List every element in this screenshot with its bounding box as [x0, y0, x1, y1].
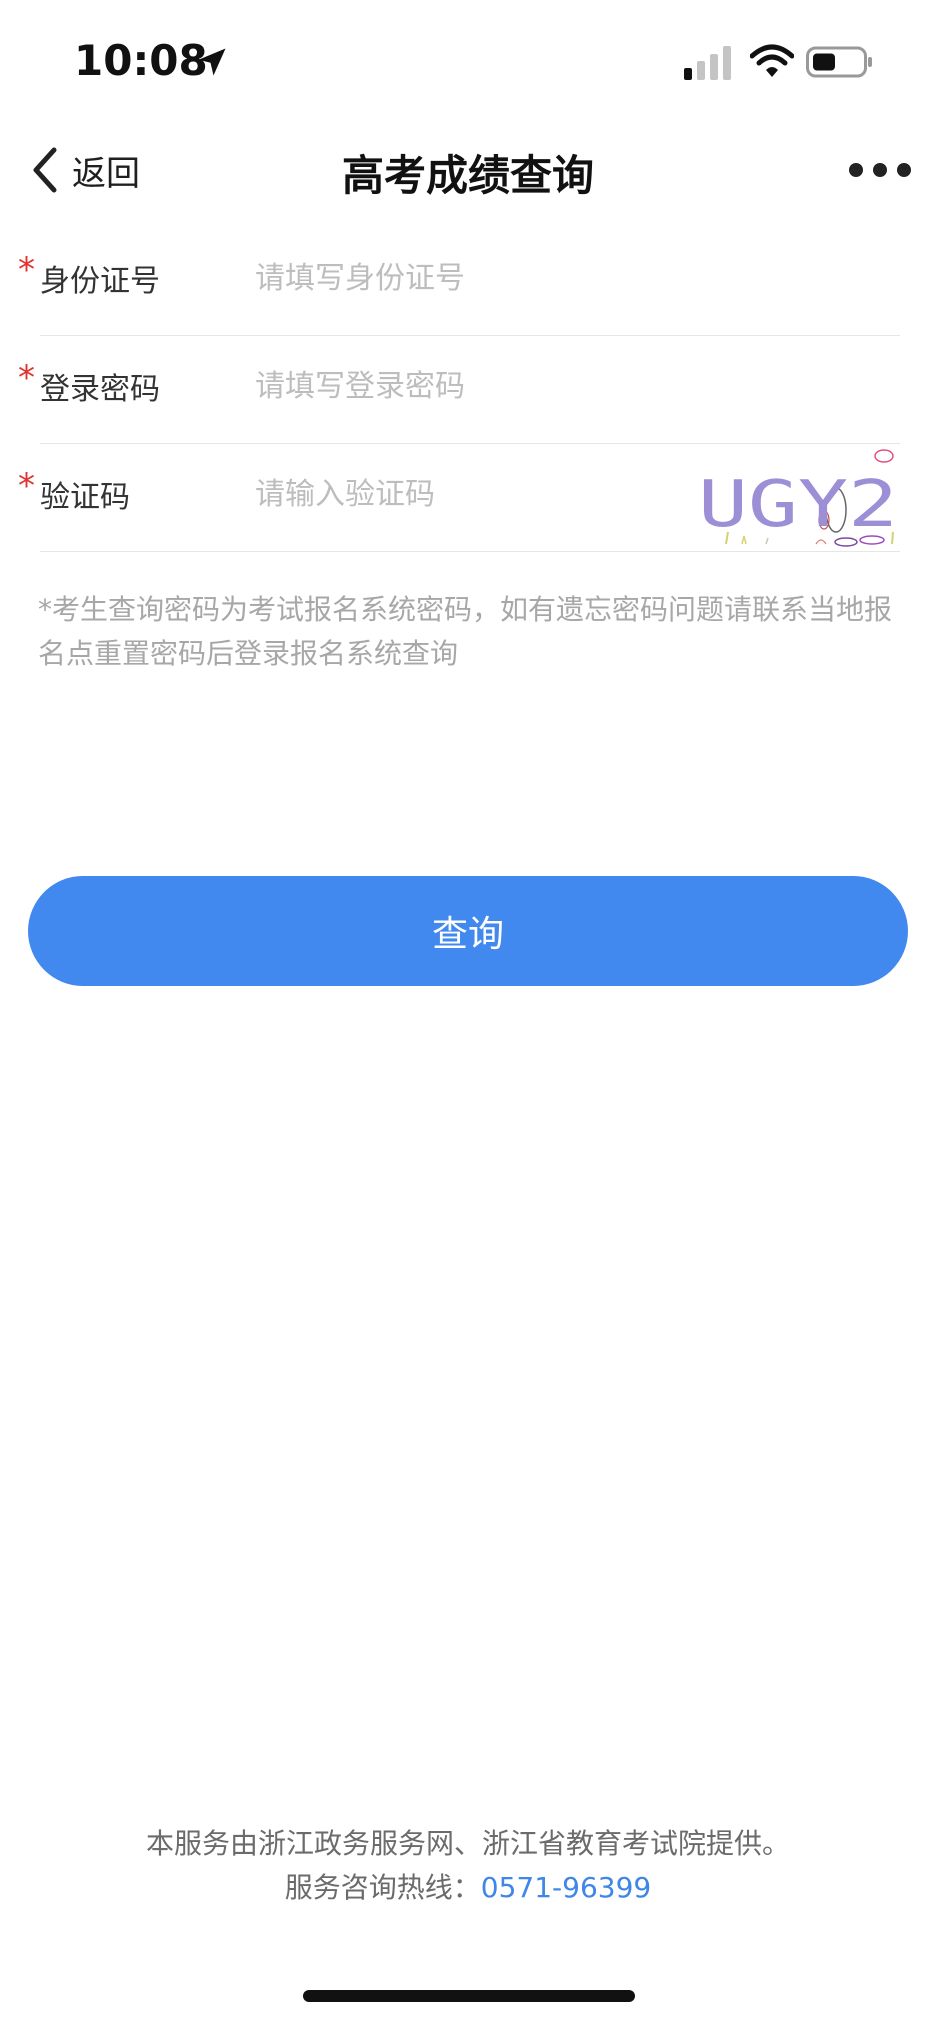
- footer-hotline: 服务咨询热线：0571-96399: [0, 1866, 936, 1910]
- status-bar: 10:08: [0, 0, 936, 120]
- chevron-left-icon: [33, 147, 57, 193]
- cellular-signal-icon: [684, 46, 731, 80]
- home-indicator: [303, 1990, 635, 2002]
- back-label: 返回: [72, 153, 140, 194]
- more-dots-icon[interactable]: [848, 150, 912, 190]
- form-row-id-number: * 身份证号: [0, 228, 936, 336]
- password-notice: *考生查询密码为考试报名系统密码，如有遗忘密码问题请联系当地报名点重置密码后登录…: [38, 593, 893, 670]
- id-number-input[interactable]: [255, 250, 675, 306]
- footer: 本服务由浙江政务服务网、浙江省教育考试院提供。 服务咨询热线：0571-9639…: [0, 1822, 936, 1910]
- captcha-char: UGY2: [698, 468, 898, 542]
- password-input[interactable]: [255, 358, 675, 414]
- hotline-number-link[interactable]: 0571-96399: [481, 1871, 651, 1904]
- footer-provider-text: 本服务由浙江政务服务网、浙江省教育考试院提供。: [145, 1827, 790, 1860]
- battery-icon: [806, 46, 872, 78]
- hotline-label: 服务咨询热线：: [284, 1871, 481, 1904]
- captcha-label: 验证码: [40, 480, 130, 515]
- login-form: * 身份证号 * 登录密码 * 验证码 UGY2: [0, 228, 936, 552]
- id-number-label: 身份证号: [40, 264, 160, 299]
- query-button[interactable]: 查询: [28, 876, 908, 986]
- captcha-input[interactable]: [255, 466, 655, 522]
- password-label: 登录密码: [40, 372, 160, 407]
- required-mark: *: [18, 466, 35, 506]
- nav-bar: 返回 高考成绩查询: [0, 120, 936, 220]
- captcha-image[interactable]: UGY2: [696, 448, 900, 548]
- required-mark: *: [18, 250, 35, 290]
- location-arrow-icon: [198, 48, 226, 76]
- status-time: 10:08: [74, 36, 208, 85]
- form-row-password: * 登录密码: [0, 336, 936, 444]
- wifi-icon: [750, 44, 794, 77]
- required-mark: *: [18, 358, 35, 398]
- back-button[interactable]: 返回: [28, 138, 140, 202]
- page-title: 高考成绩查询: [341, 151, 594, 200]
- form-row-captcha: * 验证码 UGY2: [0, 444, 936, 552]
